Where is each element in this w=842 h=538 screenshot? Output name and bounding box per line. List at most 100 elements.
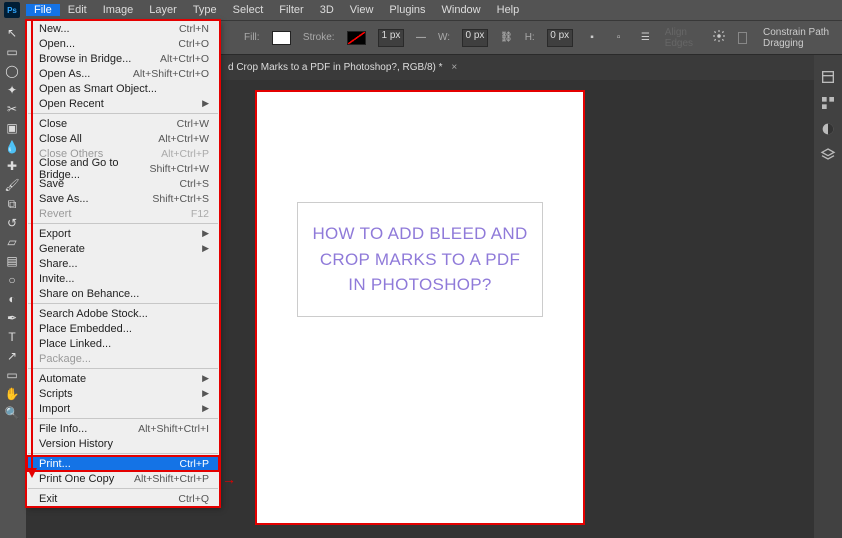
layers-icon[interactable] [820,147,836,163]
menu-select[interactable]: Select [225,4,272,16]
pathops-align-icon[interactable]: ▫ [611,27,626,49]
history-tool[interactable]: ↺ [0,214,24,232]
menu-item-label: Share on Behance... [39,288,139,300]
adjustments-icon[interactable] [820,121,836,137]
menu-item-shortcut: Ctrl+O [178,38,209,50]
pathops-combine-icon[interactable]: ▪ [585,27,600,49]
file-menu-share-on-behance[interactable]: Share on Behance... [27,286,219,301]
close-icon[interactable]: × [451,62,457,73]
crop-tool[interactable]: ✂ [0,100,24,118]
file-menu-share[interactable]: Share... [27,256,219,271]
menu-separator [28,453,218,454]
menu-3d[interactable]: 3D [312,4,342,16]
rect-tool[interactable]: ▭ [0,366,24,384]
menu-view[interactable]: View [342,4,382,16]
hand-tool[interactable]: ✋ [0,385,24,403]
menu-item-label: Package... [39,353,91,365]
fill-swatch[interactable] [272,31,291,45]
submenu-arrow-icon: ▶ [202,403,209,414]
menu-item-label: Share... [39,258,78,270]
file-menu-generate[interactable]: Generate▶ [27,241,219,256]
file-menu-revert: RevertF12 [27,206,219,221]
file-menu-open[interactable]: Open...Ctrl+O [27,36,219,51]
constrain-label: Constrain Path Dragging [763,27,836,49]
menu-item-label: Automate [39,373,86,385]
menu-item-label: Scripts [39,388,73,400]
dodge-tool[interactable]: ◐ [0,290,24,308]
move-tool[interactable]: ↖ [0,24,24,42]
file-menu-browse-in-bridge[interactable]: Browse in Bridge...Alt+Ctrl+O [27,51,219,66]
brush-tool[interactable]: 🖌 [0,176,24,194]
menu-edit[interactable]: Edit [60,4,95,16]
file-menu-open-as[interactable]: Open As...Alt+Shift+Ctrl+O [27,66,219,81]
file-menu-file-info[interactable]: File Info...Alt+Shift+Ctrl+I [27,421,219,436]
file-menu-place-embedded[interactable]: Place Embedded... [27,321,219,336]
file-menu-open-as-smart-object[interactable]: Open as Smart Object... [27,81,219,96]
file-menu-version-history[interactable]: Version History [27,436,219,451]
menu-item-label: Print... [39,458,71,470]
properties-icon[interactable] [820,69,836,85]
menu-item-label: Print One Copy [39,473,114,485]
link-icon[interactable]: ⛓ [500,32,513,43]
menu-item-label: Save As... [39,193,89,205]
width-input[interactable]: 0 px [462,29,488,47]
constrain-checkbox[interactable] [738,32,747,44]
menu-layer[interactable]: Layer [141,4,185,16]
menu-type[interactable]: Type [185,4,225,16]
wand-tool[interactable]: ✦ [0,81,24,99]
zoom-tool[interactable]: 🔍 [0,404,24,422]
artboard[interactable]: HOW TO ADD BLEED AND CROP MARKS TO A PDF… [255,90,585,525]
gear-icon[interactable] [712,29,726,46]
file-menu-import[interactable]: Import▶ [27,401,219,416]
file-menu-print[interactable]: Print...Ctrl+P [27,456,219,471]
menu-window[interactable]: Window [434,4,489,16]
marquee-tool[interactable]: ▭ [0,43,24,61]
menu-item-shortcut: Shift+Ctrl+W [149,163,209,175]
menu-item-label: Open Recent [39,98,104,110]
frame-tool[interactable]: ▣ [0,119,24,137]
file-menu-exit[interactable]: ExitCtrl+Q [27,491,219,506]
file-menu-export[interactable]: Export▶ [27,226,219,241]
file-menu-invite[interactable]: Invite... [27,271,219,286]
file-menu-close-and-go-to-bridge[interactable]: Close and Go to Bridge...Shift+Ctrl+W [27,161,219,176]
stroke-swatch[interactable] [347,31,366,45]
heal-tool[interactable]: ✚ [0,157,24,175]
file-menu-place-linked[interactable]: Place Linked... [27,336,219,351]
file-menu-scripts[interactable]: Scripts ▶ [27,386,219,401]
menu-item-shortcut: Ctrl+S [180,178,209,190]
height-input[interactable]: 0 px [547,29,573,47]
menu-separator [28,418,218,419]
file-menu-search-adobe-stock[interactable]: Search Adobe Stock... [27,306,219,321]
menu-separator [28,113,218,114]
menu-file[interactable]: File [26,4,60,16]
path-tool[interactable]: ↗ [0,347,24,365]
file-menu-print-one-copy[interactable]: Print One CopyAlt+Shift+Ctrl+P [27,471,219,486]
stroke-label: Stroke: [303,32,335,43]
menu-filter[interactable]: Filter [271,4,311,16]
pathops-arrange-icon[interactable]: ☰ [638,27,653,49]
menu-image[interactable]: Image [95,4,142,16]
file-menu-save-as[interactable]: Save As...Shift+Ctrl+S [27,191,219,206]
file-menu-new[interactable]: New...Ctrl+N [27,21,219,36]
swatches-icon[interactable] [820,95,836,111]
file-menu-open-recent[interactable]: Open Recent▶ [27,96,219,111]
stroke-width-input[interactable]: 1 px [378,29,404,47]
menu-help[interactable]: Help [489,4,528,16]
menu-plugins[interactable]: Plugins [381,4,433,16]
file-menu-close-all[interactable]: Close AllAlt+Ctrl+W [27,131,219,146]
type-tool[interactable]: T [0,328,24,346]
stamp-tool[interactable]: ⧉ [0,195,24,213]
menu-item-label: Export [39,228,71,240]
submenu-arrow-icon: ▶ [202,388,209,399]
file-menu: New...Ctrl+NOpen...Ctrl+OBrowse in Bridg… [26,20,220,507]
pen-tool[interactable]: ✒ [0,309,24,327]
document-tab[interactable]: d Crop Marks to a PDF in Photoshop?, RGB… [220,62,465,73]
gradient-tool[interactable]: ▤ [0,252,24,270]
lasso-tool[interactable]: ◯ [0,62,24,80]
blur-tool[interactable]: ○ [0,271,24,289]
menu-item-label: Place Embedded... [39,323,132,335]
file-menu-close[interactable]: CloseCtrl+W [27,116,219,131]
eraser-tool[interactable]: ▱ [0,233,24,251]
eyedrop-tool[interactable]: 💧 [0,138,24,156]
file-menu-automate[interactable]: Automate▶ [27,371,219,386]
